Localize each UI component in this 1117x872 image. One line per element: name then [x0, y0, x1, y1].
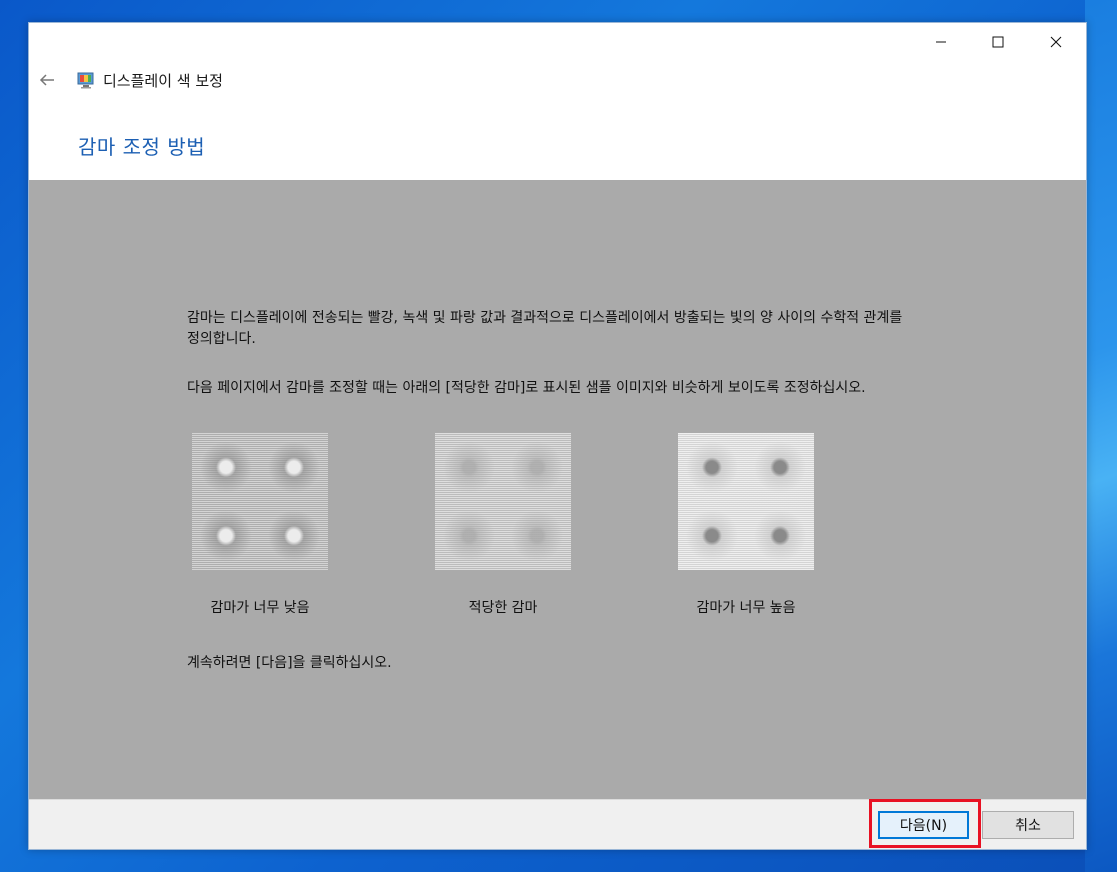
next-button-highlight	[869, 799, 981, 848]
page-title: 감마 조정 방법	[78, 135, 206, 159]
gamma-instruction-text: 다음 페이지에서 감마를 조정할 때는 아래의 [적당한 감마]로 표시된 샘플…	[187, 380, 866, 396]
app-title: 디스플레이 색 보정	[103, 72, 223, 90]
caption-gamma-too-low: 감마가 너무 낮음	[210, 600, 310, 616]
title-bar	[29, 23, 1086, 61]
close-button[interactable]	[1027, 23, 1085, 61]
caption-gamma-too-high: 감마가 너무 높음	[696, 600, 796, 616]
close-icon	[1050, 36, 1062, 48]
sample-image-good-gamma	[435, 433, 571, 570]
continue-instruction: 계속하려면 [다음]을 클릭하십시오.	[187, 655, 392, 671]
cancel-button[interactable]: 취소	[982, 811, 1074, 839]
navigation-header: 디스플레이 색 보정	[29, 65, 1086, 95]
maximize-icon	[992, 36, 1004, 48]
back-arrow-icon[interactable]	[37, 69, 57, 91]
maximize-button[interactable]	[969, 23, 1027, 61]
sample-image-gamma-too-high	[678, 433, 814, 570]
color-calibration-window: 디스플레이 색 보정 감마 조정 방법 감마는 디스플레이에 전송되는 빨강, …	[28, 22, 1087, 850]
sample-image-gamma-too-low	[192, 433, 328, 570]
caption-good-gamma: 적당한 감마	[468, 600, 538, 616]
desktop-background	[1085, 0, 1117, 872]
content-area: 감마는 디스플레이에 전송되는 빨강, 녹색 및 파랑 값과 결과적으로 디스플…	[29, 180, 1086, 799]
gamma-definition-text: 감마는 디스플레이에 전송되는 빨강, 녹색 및 파랑 값과 결과적으로 디스플…	[187, 310, 903, 347]
display-calibration-icon	[76, 70, 96, 90]
minimize-icon	[936, 41, 946, 43]
minimize-button[interactable]	[912, 23, 970, 61]
